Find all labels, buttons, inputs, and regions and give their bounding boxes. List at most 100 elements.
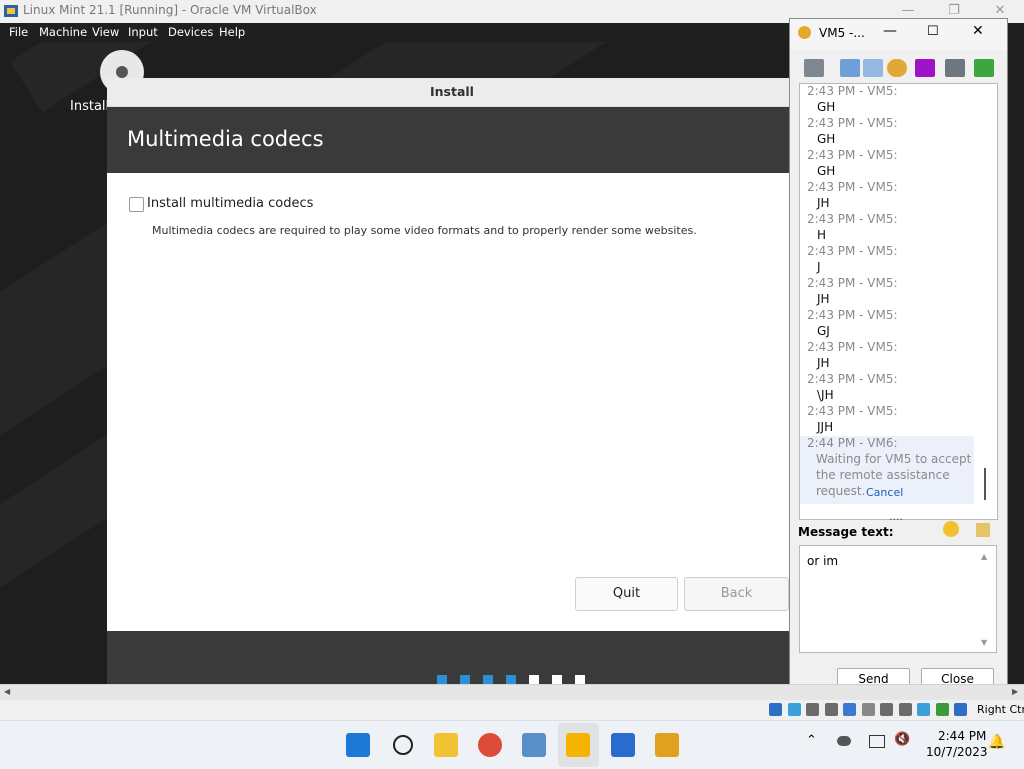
recording-icon[interactable] (898, 703, 912, 716)
message-header: 2:43 PM - VM5: (807, 308, 898, 322)
taskbar: ⌃ 🔇 2:44 PM 10/7/2023 🔔 (0, 720, 1024, 769)
message-text[interactable]: or im (807, 554, 838, 568)
photos-icon[interactable] (522, 733, 546, 757)
menu-devices[interactable]: Devices (168, 25, 213, 39)
pending-line: Waiting for VM5 to accept (816, 452, 972, 466)
gear-icon[interactable] (887, 59, 907, 77)
clipboard-icon[interactable] (863, 59, 883, 77)
quit-button[interactable]: Quit (575, 577, 678, 611)
installer-titlebar: Install (107, 78, 797, 107)
horizontal-scrollbar[interactable]: ◀ ▶ (0, 684, 1024, 701)
message-header: 2:43 PM - VM5: (807, 116, 898, 130)
checkbox-label[interactable]: Install multimedia codecs (147, 196, 313, 211)
install-codecs-checkbox[interactable] (129, 197, 144, 212)
codecs-description: Multimedia codecs are required to play s… (152, 224, 697, 237)
pending-line: the remote assistance (816, 468, 950, 482)
chat-title: VM5 -... (819, 26, 865, 40)
scroll-right-icon[interactable]: ▶ (1012, 687, 1018, 696)
cpu-icon[interactable] (917, 703, 930, 716)
emoji-icon[interactable] (943, 521, 959, 537)
message-body: H (817, 228, 827, 242)
virtualbox-app-icon (4, 5, 18, 17)
usb-icon[interactable] (843, 703, 856, 716)
message-input[interactable]: or im ▲ ▼ (799, 545, 997, 653)
shared-folder-icon[interactable] (861, 703, 875, 716)
pending-header: 2:44 PM - VM6: (807, 436, 898, 450)
message-body: GH (817, 164, 836, 178)
message-header: 2:43 PM - VM5: (807, 340, 898, 354)
hdd-icon[interactable] (769, 703, 782, 716)
menu-view[interactable]: View (92, 25, 119, 39)
message-body: GH (817, 100, 836, 114)
optical-drive-icon[interactable] (787, 703, 801, 716)
menu-help[interactable]: Help (219, 25, 245, 39)
message-body: GJ (817, 324, 830, 338)
pending-request: 2:44 PM - VM6: Waiting for VM5 to accept… (800, 436, 974, 504)
file-manager-icon[interactable] (655, 733, 679, 757)
search-icon[interactable] (393, 735, 413, 755)
cancel-link[interactable]: Cancel (866, 486, 903, 499)
volume-muted-icon[interactable]: 🔇 (894, 732, 910, 747)
display-icon[interactable] (880, 703, 893, 716)
message-body: JH (817, 356, 830, 370)
network-adapter-icon[interactable] (824, 703, 838, 716)
chat-window: VM5 -... — ☐ ✕ 2:43 PM - VM5: GH 2:43 PM -… (789, 18, 1008, 694)
menu-input[interactable]: Input (128, 25, 158, 39)
file-explorer-icon[interactable] (434, 733, 458, 757)
vbox-statusbar: Right Ctrl (0, 700, 1024, 720)
window-title: Linux Mint 21.1 [Running] - Oracle VM Vi… (23, 3, 317, 17)
chat-maximize-button[interactable]: ☐ (927, 24, 939, 39)
chat-close-button[interactable]: ✕ (972, 23, 984, 39)
scroll-left-icon[interactable]: ◀ (4, 687, 10, 696)
page-title: Multimedia codecs (127, 127, 324, 151)
desktop-icon-label[interactable]: Install (70, 99, 109, 114)
log-scrollbar-thumb[interactable] (984, 468, 986, 500)
chrome-icon[interactable] (478, 733, 502, 757)
menu-file[interactable]: File (9, 25, 28, 39)
remote-assist-icon[interactable] (945, 59, 965, 77)
dropdown-tool-icon[interactable] (804, 59, 824, 77)
host-key-label: Right Ctrl (977, 703, 1024, 716)
message-header: 2:43 PM - VM5: (807, 244, 898, 258)
mouse-integration-icon[interactable] (935, 703, 949, 716)
chat-log[interactable]: 2:43 PM - VM5: GH 2:43 PM - VM5: GH 2:43 PM … (799, 83, 998, 520)
menu-machine[interactable]: Machine (39, 25, 87, 39)
message-header: 2:43 PM - VM5: (807, 180, 898, 194)
message-body: \JH (817, 388, 834, 402)
message-body: JH (817, 292, 830, 306)
chat-titlebar: VM5 -... — ☐ ✕ (790, 19, 1007, 50)
message-body: JH (817, 196, 830, 210)
clock-date[interactable]: 10/7/2023 (926, 745, 988, 759)
message-label: Message text: (798, 525, 894, 539)
exit-icon[interactable] (974, 59, 994, 77)
scroll-up-icon[interactable]: ▲ (981, 552, 987, 561)
format-icon[interactable] (976, 523, 990, 537)
installer-header: Multimedia codecs (107, 107, 797, 173)
message-header: 2:43 PM - VM5: (807, 404, 898, 418)
message-header: 2:43 PM - VM5: (807, 372, 898, 386)
cloud-icon[interactable] (837, 736, 851, 746)
chat-app-icon[interactable] (566, 733, 590, 757)
message-header: 2:43 PM - VM5: (807, 148, 898, 162)
keyboard-icon[interactable] (954, 703, 967, 716)
message-header: 2:43 PM - VM5: (807, 84, 898, 98)
message-body: GH (817, 132, 836, 146)
clock-time[interactable]: 2:44 PM (938, 729, 986, 743)
notification-bell-icon[interactable]: 🔔 (988, 734, 1005, 750)
chat-minimize-button[interactable]: — (883, 23, 897, 39)
user-icon (798, 26, 811, 39)
start-icon[interactable] (346, 733, 370, 757)
video-icon[interactable] (915, 59, 935, 77)
message-body: JJH (817, 420, 834, 434)
installer-footer (107, 631, 797, 684)
virtualbox-icon[interactable] (611, 733, 635, 757)
message-header: 2:43 PM - VM5: (807, 212, 898, 226)
document-icon[interactable] (840, 59, 860, 77)
pending-line: request. (816, 484, 866, 498)
audio-icon[interactable] (806, 703, 819, 716)
chevron-up-icon[interactable]: ⌃ (806, 733, 817, 748)
scroll-down-icon[interactable]: ▼ (981, 638, 987, 647)
message-header: 2:43 PM - VM5: (807, 276, 898, 290)
network-icon[interactable] (869, 735, 885, 748)
back-button[interactable]: Back (684, 577, 789, 611)
